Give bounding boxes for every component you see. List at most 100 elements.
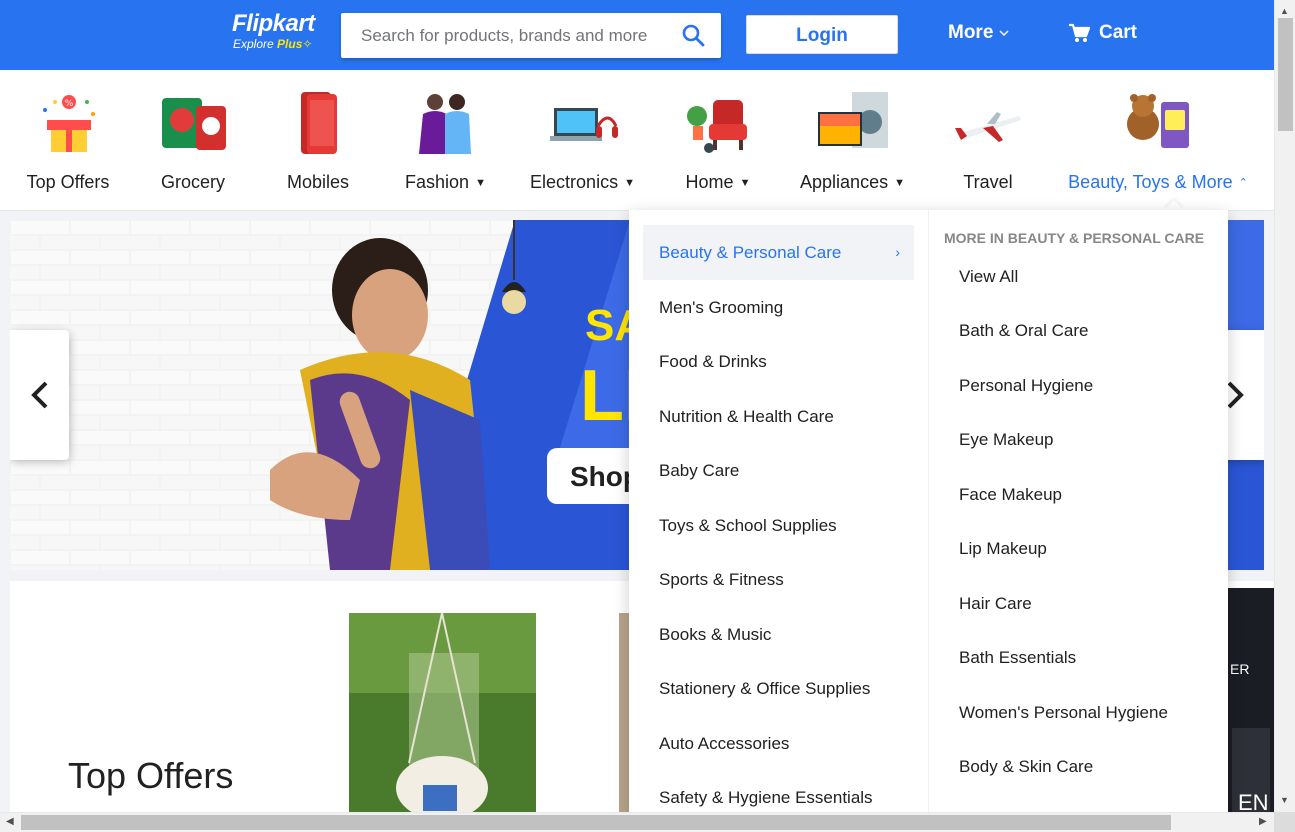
logo-wordmark: Flipkart: [232, 10, 315, 37]
section-title: Top Offers: [68, 755, 234, 796]
fashion-models-icon: [411, 90, 481, 156]
category-label: Top Offers: [26, 172, 110, 192]
category-beauty-toys-more[interactable]: Beauty, Toys & More ⌃: [1068, 70, 1248, 210]
chevron-down-icon: ▼: [475, 177, 486, 189]
cart-label: Cart: [1099, 22, 1138, 43]
offer-card-hanging-swing[interactable]: [349, 612, 536, 821]
subcategory-lip-makeup[interactable]: Lip Makeup: [959, 539, 1047, 559]
category-label-text: Beauty, Toys & More: [1068, 172, 1233, 192]
chevron-down-icon: ▼: [739, 177, 751, 189]
dropdown-item-food-drinks[interactable]: Food & Drinks: [643, 334, 914, 389]
smartphone-icon: [283, 90, 353, 156]
dropdown-item-books-music[interactable]: Books & Music: [643, 607, 914, 662]
subcategory-eye-makeup[interactable]: Eye Makeup: [959, 430, 1054, 450]
more-label: More: [948, 22, 994, 43]
scroll-left-arrow-icon[interactable]: ◀: [6, 816, 14, 827]
vertical-scroll-thumb[interactable]: [1278, 18, 1293, 131]
category-label-text: Electronics: [530, 172, 619, 192]
category-label: Home ▼: [668, 172, 768, 193]
airplane-icon: [953, 90, 1023, 156]
category-label-text: Appliances: [800, 172, 889, 192]
dropdown-item-label: Beauty & Personal Care: [659, 243, 842, 262]
dropdown-item-mens-grooming[interactable]: Men's Grooming: [643, 280, 914, 335]
scrollbar-corner: [1274, 812, 1295, 832]
cart-icon: [1069, 23, 1090, 42]
category-label: Grocery: [160, 172, 225, 192]
category-grocery[interactable]: Grocery: [143, 70, 243, 210]
gift-box-icon: %: [33, 90, 103, 156]
login-button[interactable]: Login: [746, 15, 898, 54]
subcategory-view-all[interactable]: View All: [959, 267, 1018, 287]
more-menu-button[interactable]: More: [948, 22, 1009, 44]
horizontal-scrollbar[interactable]: ◀ ▶: [0, 812, 1274, 832]
dropdown-item-sports-fitness[interactable]: Sports & Fitness: [643, 552, 914, 607]
chevron-up-icon: ⌃: [1238, 177, 1248, 189]
category-mobiles[interactable]: Mobiles: [268, 70, 368, 210]
teddy-bear-icon: [1123, 90, 1193, 156]
category-label: Beauty, Toys & More ⌃: [1068, 172, 1248, 193]
category-fashion[interactable]: Fashion ▼: [388, 70, 503, 210]
category-label: Mobiles: [286, 172, 350, 192]
subcategory-face-makeup[interactable]: Face Makeup: [959, 485, 1062, 505]
cart-button[interactable]: Cart: [1068, 22, 1137, 44]
scroll-down-arrow-icon[interactable]: ▼: [1280, 795, 1289, 805]
dropdown-item-auto-accessories[interactable]: Auto Accessories: [643, 716, 914, 771]
laptop-headphones-icon: [548, 90, 618, 156]
category-bar: % Top Offers Grocery Mobiles Fashion ▼ E…: [0, 70, 1274, 211]
chevron-right-icon: ›: [895, 244, 900, 260]
subcategory-heading: MORE IN BEAUTY & PERSONAL CARE: [944, 230, 1205, 246]
chevron-left-icon: [30, 381, 47, 409]
category-top-offers[interactable]: % Top Offers: [18, 70, 118, 210]
dropdown-item-nutrition-health[interactable]: Nutrition & Health Care: [643, 389, 914, 444]
category-label-text: Fashion: [405, 172, 470, 192]
dropdown-item-baby-care[interactable]: Baby Care: [643, 443, 914, 498]
tv-washing-machine-icon: [817, 90, 888, 156]
vertical-scrollbar[interactable]: ▲ ▼: [1274, 0, 1295, 812]
grocery-pack-icon: [158, 90, 228, 156]
category-label: Appliances ▼: [790, 172, 915, 193]
logo-tagline-plus: Plus: [277, 37, 303, 51]
subcategory-body-skin-care[interactable]: Body & Skin Care: [959, 757, 1093, 777]
armchair-icon: [683, 90, 753, 156]
scroll-up-arrow-icon[interactable]: ▲: [1280, 6, 1289, 16]
chevron-down-icon: ▼: [624, 177, 635, 189]
plus-star-icon: ✧: [302, 37, 313, 51]
dropdown-item-beauty-personal-care[interactable]: Beauty & Personal Care ›: [643, 225, 914, 280]
dropdown-item-stationery-office[interactable]: Stationery & Office Supplies: [643, 661, 914, 716]
subcategory-bath-oral-care[interactable]: Bath & Oral Care: [959, 321, 1088, 341]
category-appliances[interactable]: Appliances ▼: [790, 70, 915, 210]
category-label: Fashion ▼: [388, 172, 503, 193]
horizontal-scroll-thumb[interactable]: [21, 815, 1171, 830]
scroll-right-arrow-icon[interactable]: ▶: [1259, 816, 1267, 827]
search-bar: [341, 13, 721, 58]
category-label: Travel: [963, 172, 1013, 192]
subcategory-personal-hygiene[interactable]: Personal Hygiene: [959, 376, 1093, 396]
top-header: Flipkart Explore Plus✧ Login More Cart: [0, 0, 1274, 70]
swing-chair-image: [349, 612, 536, 821]
category-home[interactable]: Home ▼: [668, 70, 768, 210]
chevron-down-icon: ▼: [894, 177, 905, 189]
dropdown-subcategory-list: MORE IN BEAUTY & PERSONAL CARE View All …: [929, 210, 1228, 820]
search-button[interactable]: [681, 23, 707, 49]
logo-tagline: Explore Plus✧: [233, 37, 315, 51]
category-label-text: Home: [685, 172, 734, 192]
offer-card-partial-dark[interactable]: ER EN: [1228, 588, 1274, 821]
grooming-product-image: ER EN: [1228, 588, 1274, 821]
carousel-prev-button[interactable]: [10, 330, 69, 460]
category-dropdown-menu: Beauty & Personal Care › Men's Grooming …: [629, 210, 1228, 820]
category-travel[interactable]: Travel: [938, 70, 1038, 210]
subcategory-hair-care[interactable]: Hair Care: [959, 594, 1032, 614]
flipkart-logo[interactable]: Flipkart Explore Plus✧: [232, 10, 315, 52]
subcategory-bath-essentials[interactable]: Bath Essentials: [959, 648, 1076, 668]
logo-tagline-prefix: Explore: [233, 37, 274, 51]
dropdown-item-toys-school[interactable]: Toys & School Supplies: [643, 498, 914, 553]
chevron-down-icon: [999, 30, 1009, 37]
search-input[interactable]: [341, 13, 661, 58]
category-electronics[interactable]: Electronics ▼: [520, 70, 645, 210]
subcategory-womens-hygiene[interactable]: Women's Personal Hygiene: [959, 703, 1168, 723]
dropdown-primary-list: Beauty & Personal Care › Men's Grooming …: [629, 210, 929, 820]
svg-text:%: %: [65, 99, 74, 109]
offer-card-text-fragment: ER: [1230, 661, 1249, 677]
search-icon: [682, 24, 705, 47]
category-label: Electronics ▼: [520, 172, 645, 193]
